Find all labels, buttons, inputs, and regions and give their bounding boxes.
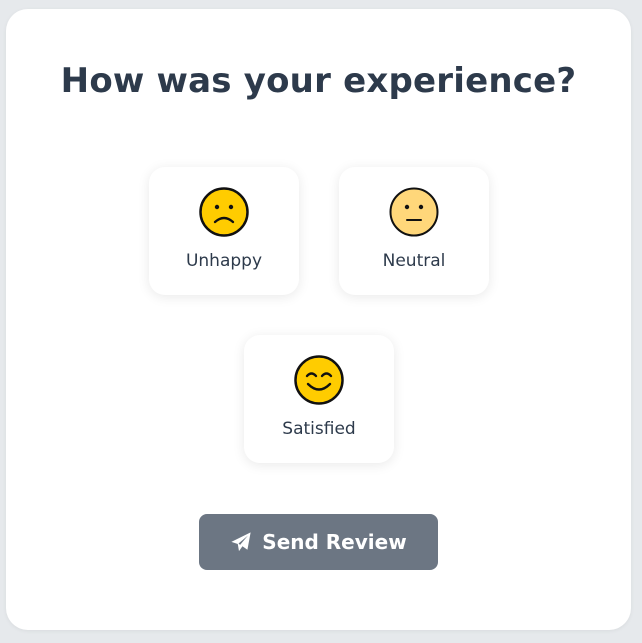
paper-plane-icon [231, 532, 251, 552]
smiling-face-icon [294, 355, 344, 405]
rating-option-unhappy[interactable]: Unhappy [149, 167, 299, 295]
rating-option-satisfied[interactable]: Satisfied [244, 335, 394, 463]
neutral-face-icon [389, 187, 439, 237]
sad-face-icon [199, 187, 249, 237]
page-title: How was your experience? [60, 61, 577, 101]
send-review-button[interactable]: Send Review [199, 514, 438, 570]
feedback-card: How was your experience? Unhappy Neutral… [6, 9, 631, 630]
rating-option-neutral[interactable]: Neutral [339, 167, 489, 295]
rating-label-unhappy: Unhappy [185, 251, 263, 271]
send-review-label: Send Review [262, 530, 407, 554]
rating-label-satisfied: Satisfied [282, 419, 356, 439]
rating-label-neutral: Neutral [382, 251, 446, 271]
